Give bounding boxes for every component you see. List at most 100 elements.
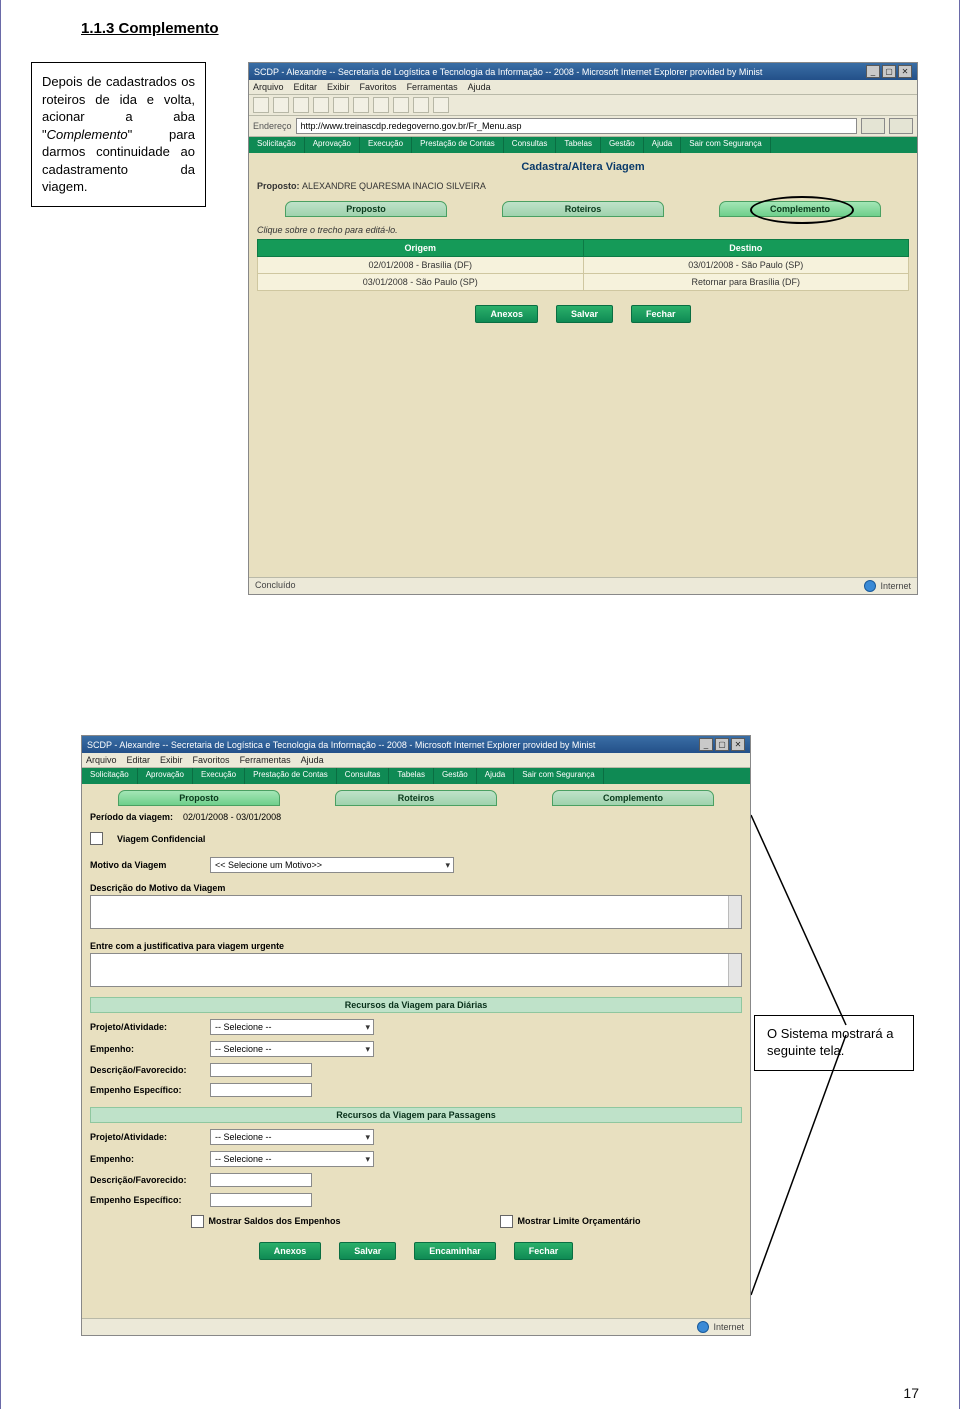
limite-checkbox[interactable] bbox=[500, 1215, 513, 1228]
print-icon[interactable] bbox=[433, 97, 449, 113]
descricao-textarea[interactable] bbox=[90, 895, 742, 929]
confidencial-checkbox[interactable] bbox=[90, 832, 103, 845]
empenho-espec-label: Empenho Específico: bbox=[90, 1085, 200, 1095]
sys-tab[interactable]: Execução bbox=[193, 768, 245, 784]
menu-item[interactable]: Ferramentas bbox=[407, 82, 458, 92]
salvar-button[interactable]: Salvar bbox=[556, 305, 613, 323]
projeto-select[interactable]: -- Selecione -- bbox=[210, 1019, 374, 1035]
window-title: SCDP - Alexandre -- Secretaria de Logíst… bbox=[254, 67, 762, 77]
section-passagens: Recursos da Viagem para Passagens bbox=[90, 1107, 742, 1123]
menu-item[interactable]: Exibir bbox=[327, 82, 350, 92]
tab-proposto[interactable]: Proposto bbox=[285, 201, 447, 217]
sys-tab[interactable]: Ajuda bbox=[644, 137, 681, 153]
address-input[interactable]: http://www.treinascdp.redegoverno.gov.br… bbox=[296, 118, 857, 134]
maximize-icon[interactable]: ▢ bbox=[882, 65, 896, 78]
tab-complemento[interactable]: Complemento bbox=[719, 201, 881, 217]
minimize-icon[interactable]: _ bbox=[866, 65, 880, 78]
empenho-select[interactable]: -- Selecione -- bbox=[210, 1041, 374, 1057]
sys-tab[interactable]: Gestão bbox=[434, 768, 477, 784]
status-text: Concluído bbox=[255, 580, 296, 592]
tab-complemento[interactable]: Complemento bbox=[552, 790, 714, 806]
menu-item[interactable]: Editar bbox=[294, 82, 318, 92]
saldos-checkbox[interactable] bbox=[191, 1215, 204, 1228]
stop-icon[interactable] bbox=[293, 97, 309, 113]
menu-item[interactable]: Ajuda bbox=[301, 755, 324, 765]
sys-tab[interactable]: Consultas bbox=[337, 768, 390, 784]
sys-tab[interactable]: Gestão bbox=[601, 137, 644, 153]
back-icon[interactable] bbox=[253, 97, 269, 113]
empenho-label: Empenho: bbox=[90, 1154, 200, 1164]
go-button[interactable] bbox=[861, 118, 885, 134]
tab-roteiros[interactable]: Roteiros bbox=[502, 201, 664, 217]
sys-tab[interactable]: Aprovação bbox=[305, 137, 360, 153]
justificativa-textarea[interactable] bbox=[90, 953, 742, 987]
sys-tab[interactable]: Consultas bbox=[504, 137, 557, 153]
window-titlebar: SCDP - Alexandre -- Secretaria de Logíst… bbox=[82, 736, 750, 753]
salvar-button[interactable]: Salvar bbox=[339, 1242, 396, 1260]
periodo-value: 02/01/2008 - 03/01/2008 bbox=[183, 812, 281, 822]
sys-tab[interactable]: Sair com Segurança bbox=[681, 137, 770, 153]
browser-toolbar bbox=[249, 95, 917, 116]
menu-item[interactable]: Exibir bbox=[160, 755, 183, 765]
table-row[interactable]: 03/01/2008 - São Paulo (SP) Retornar par… bbox=[258, 274, 909, 291]
window-titlebar: SCDP - Alexandre -- Secretaria de Logíst… bbox=[249, 63, 917, 80]
menu-item[interactable]: Ferramentas bbox=[240, 755, 291, 765]
anexos-button[interactable]: Anexos bbox=[259, 1242, 322, 1260]
menu-item[interactable]: Arquivo bbox=[86, 755, 117, 765]
home-icon[interactable] bbox=[333, 97, 349, 113]
sys-tab[interactable]: Prestação de Contas bbox=[412, 137, 504, 153]
motivo-select[interactable]: << Selecione um Motivo>> bbox=[210, 857, 454, 873]
sys-tab[interactable]: Tabelas bbox=[389, 768, 434, 784]
favorites-icon[interactable] bbox=[373, 97, 389, 113]
fechar-button[interactable]: Fechar bbox=[514, 1242, 574, 1260]
empenho-select[interactable]: -- Selecione -- bbox=[210, 1151, 374, 1167]
menu-item[interactable]: Ajuda bbox=[468, 82, 491, 92]
descricao-label: Descrição do Motivo da Viagem bbox=[90, 883, 742, 893]
table-row[interactable]: 02/01/2008 - Brasília (DF) 03/01/2008 - … bbox=[258, 257, 909, 274]
sys-tab[interactable]: Tabelas bbox=[556, 137, 601, 153]
sys-tab[interactable]: Sair com Segurança bbox=[514, 768, 603, 784]
maximize-icon[interactable]: ▢ bbox=[715, 738, 729, 751]
menu-item[interactable]: Favoritos bbox=[193, 755, 230, 765]
projeto-label: Projeto/Atividade: bbox=[90, 1132, 200, 1142]
sys-tab[interactable]: Solicitação bbox=[249, 137, 305, 153]
empenho-espec-label: Empenho Específico: bbox=[90, 1195, 200, 1205]
sys-tab[interactable]: Aprovação bbox=[138, 768, 193, 784]
periodo-label: Período da viagem: bbox=[90, 812, 173, 822]
minimize-icon[interactable]: _ bbox=[699, 738, 713, 751]
edit-hint: Clique sobre o trecho para editá-lo. bbox=[257, 225, 909, 235]
close-icon[interactable]: ✕ bbox=[731, 738, 745, 751]
refresh-icon[interactable] bbox=[313, 97, 329, 113]
history-icon[interactable] bbox=[393, 97, 409, 113]
descricao-fav-field bbox=[210, 1063, 312, 1077]
justificativa-label: Entre com a justificativa para viagem ur… bbox=[90, 941, 742, 951]
close-icon[interactable]: ✕ bbox=[898, 65, 912, 78]
menu-bar: Arquivo Editar Exibir Favoritos Ferramen… bbox=[249, 80, 917, 95]
screenshot-1: SCDP - Alexandre -- Secretaria de Logíst… bbox=[248, 62, 918, 595]
menu-item[interactable]: Editar bbox=[127, 755, 151, 765]
search-icon[interactable] bbox=[353, 97, 369, 113]
address-bar: Endereço http://www.treinascdp.redegover… bbox=[249, 116, 917, 137]
anexos-button[interactable]: Anexos bbox=[475, 305, 538, 323]
menu-item[interactable]: Arquivo bbox=[253, 82, 284, 92]
projeto-select[interactable]: -- Selecione -- bbox=[210, 1129, 374, 1145]
forward-icon[interactable] bbox=[273, 97, 289, 113]
descricao-fav-label: Descrição/Favorecido: bbox=[90, 1065, 200, 1075]
sys-tab[interactable]: Solicitação bbox=[82, 768, 138, 784]
fechar-button[interactable]: Fechar bbox=[631, 305, 691, 323]
menu-item[interactable]: Favoritos bbox=[360, 82, 397, 92]
sys-tab[interactable]: Ajuda bbox=[477, 768, 514, 784]
screenshot-2: SCDP - Alexandre -- Secretaria de Logíst… bbox=[81, 735, 751, 1336]
status-bar: Internet bbox=[82, 1318, 750, 1335]
status-bar: Concluído Internet bbox=[249, 577, 917, 594]
menu-bar: Arquivo Editar Exibir Favoritos Ferramen… bbox=[82, 753, 750, 768]
tab-roteiros[interactable]: Roteiros bbox=[335, 790, 497, 806]
links-button[interactable] bbox=[889, 118, 913, 134]
col-origem: Origem bbox=[258, 240, 584, 257]
encaminhar-button[interactable]: Encaminhar bbox=[414, 1242, 496, 1260]
system-tabs: Solicitação Aprovação Execução Prestação… bbox=[82, 768, 750, 784]
mail-icon[interactable] bbox=[413, 97, 429, 113]
sys-tab[interactable]: Prestação de Contas bbox=[245, 768, 337, 784]
sys-tab[interactable]: Execução bbox=[360, 137, 412, 153]
tab-proposto[interactable]: Proposto bbox=[118, 790, 280, 806]
